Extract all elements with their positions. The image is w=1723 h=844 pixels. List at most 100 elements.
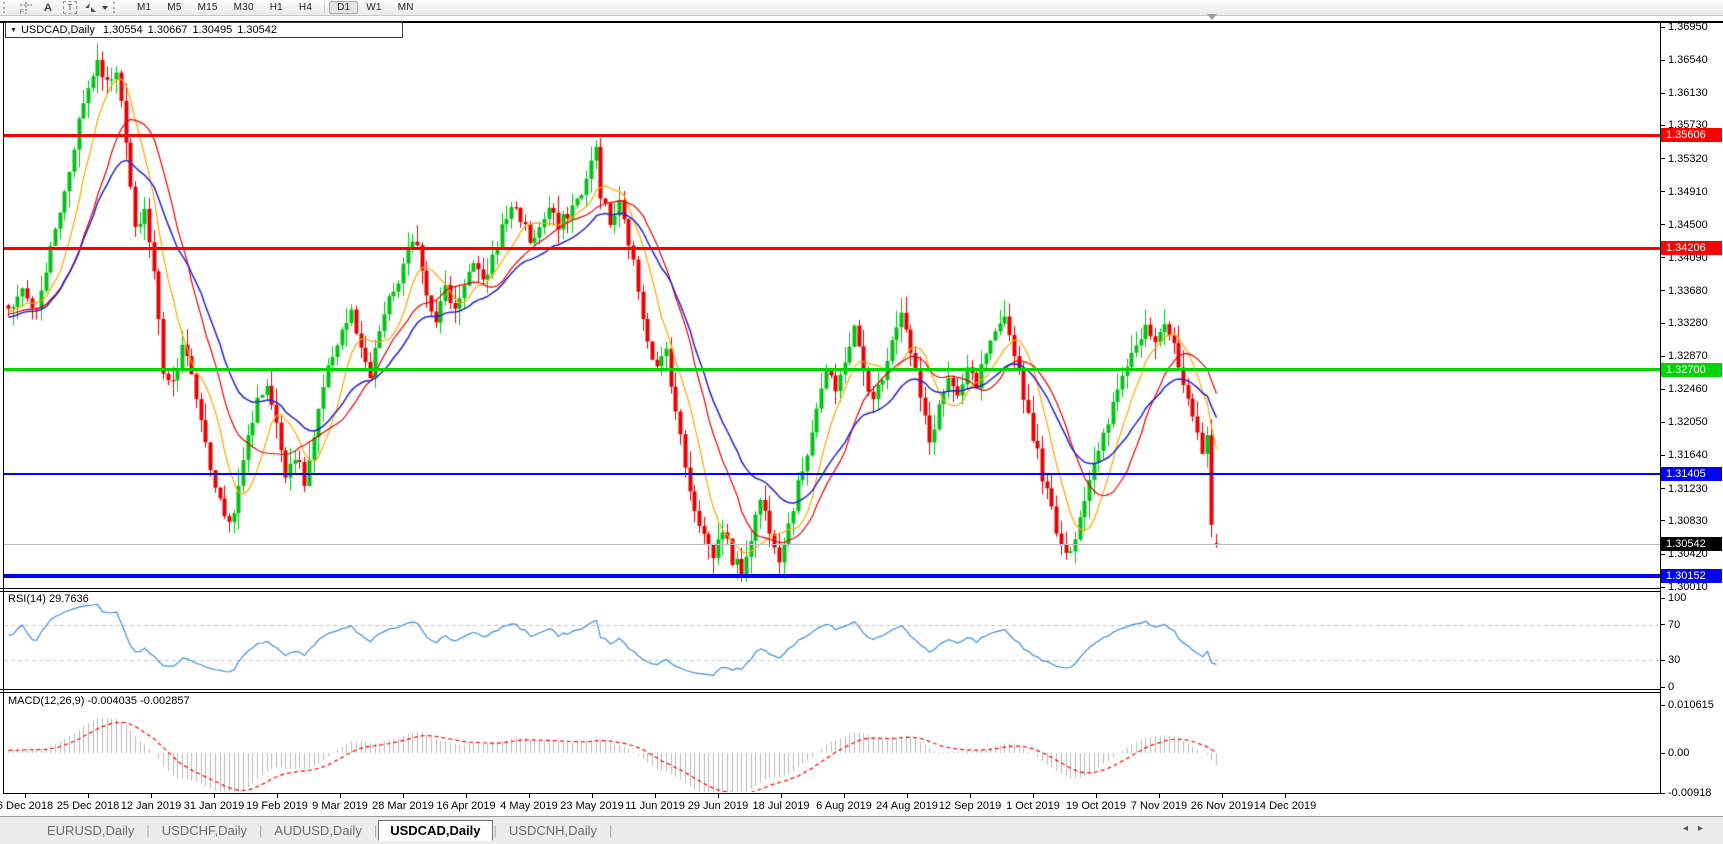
high-value: 1.30667 [148, 24, 188, 36]
tab-separator: | [494, 823, 497, 838]
timeframe-m5-button[interactable]: M5 [159, 1, 189, 14]
low-value: 1.30495 [192, 24, 232, 36]
date-axis-label: 18 Jul 2019 [753, 800, 810, 812]
price-level-line[interactable] [4, 473, 1660, 475]
crosshair-icon: F [19, 1, 33, 15]
date-axis-label: 14 Dec 2019 [1254, 800, 1316, 812]
date-axis-tick [277, 794, 278, 798]
price-level-line[interactable] [4, 368, 1660, 371]
price-chart-canvas[interactable] [0, 0, 1723, 844]
date-axis-tick [970, 794, 971, 798]
date-axis-tick [151, 794, 152, 798]
rsi-axis-tick: 100 [1661, 592, 1686, 604]
price-axis-tick: 1.30830 [1661, 515, 1708, 527]
date-axis-label: 16 Apr 2019 [436, 800, 495, 812]
timeframe-h1-button[interactable]: H1 [262, 1, 291, 14]
crosshair-tool-button[interactable]: F [17, 1, 35, 15]
main-rsi-separator-b[interactable] [0, 591, 1660, 592]
symbol-label: USDCAD,Daily [21, 24, 95, 36]
date-axis-label: 19 Feb 2019 [246, 800, 308, 812]
toolbar-grip2[interactable] [113, 2, 120, 13]
macd-label: MACD(12,26,9) -0.004035 -0.002857 [8, 695, 190, 707]
text-tool-button[interactable]: T [61, 1, 79, 15]
date-axis-tick [907, 794, 908, 798]
tab-scroll-right-icon[interactable]: ▸ [1698, 823, 1713, 834]
date-axis-tick [214, 794, 215, 798]
price-axis-tick: 1.31230 [1661, 483, 1708, 495]
date-axis-label: 28 Mar 2019 [372, 800, 434, 812]
svg-text:F: F [20, 10, 24, 15]
macd-axis-tick: -0.00918 [1661, 787, 1711, 799]
main-rsi-separator-a[interactable] [0, 588, 1660, 589]
date-axis-tick [340, 794, 341, 798]
price-axis-tick: 1.36950 [1661, 21, 1708, 33]
date-axis-label: 4 May 2019 [500, 800, 557, 812]
rsi-axis-tick: 70 [1661, 619, 1680, 631]
label-a-icon: A [44, 2, 52, 14]
price-level-line[interactable] [4, 134, 1660, 137]
date-axis-label: 26 Nov 2019 [1191, 800, 1253, 812]
date-axis-label: 7 Nov 2019 [1131, 800, 1187, 812]
price-level-badge: 1.31405 [1661, 467, 1722, 481]
rsi-macd-separator-b[interactable] [0, 692, 1660, 693]
collapse-caret-icon[interactable]: ▼ [10, 27, 17, 34]
date-axis-label: 29 Jun 2019 [688, 800, 749, 812]
timeframe-m15-button[interactable]: M15 [190, 1, 226, 14]
chart-tab-usdchf[interactable]: USDCHF,Daily [151, 820, 258, 841]
timeframe-d1-button[interactable]: D1 [329, 1, 358, 14]
date-axis-tick [1096, 794, 1097, 798]
open-value: 1.30554 [103, 24, 143, 36]
chart-tab-usdcnh[interactable]: USDCNH,Daily [498, 820, 608, 841]
timeframe-w1-button[interactable]: W1 [358, 1, 389, 14]
date-axis-tick [466, 794, 467, 798]
price-axis-tick: 1.32050 [1661, 416, 1708, 428]
timeframe-mn-button[interactable]: MN [390, 1, 422, 14]
date-axis-label: 6 Dec 2018 [0, 800, 53, 812]
price-axis-tick: 1.36540 [1661, 54, 1708, 66]
current-price-badge: 1.30542 [1661, 537, 1722, 551]
tab-scroll-left-icon[interactable]: ◂ [1683, 823, 1698, 834]
label-tool-button[interactable]: A [39, 1, 57, 15]
date-axis-tick [88, 794, 89, 798]
chart-tab-audusd[interactable]: AUDUSD,Daily [263, 820, 372, 841]
tab-separator: | [374, 823, 377, 838]
date-axis-tick [25, 794, 26, 798]
chart-tab-eurusd[interactable]: EURUSD,Daily [36, 820, 145, 841]
timeframe-h4-button[interactable]: H4 [291, 1, 320, 14]
date-axis-tick [1033, 794, 1034, 798]
price-level-line[interactable] [4, 574, 1660, 578]
rsi-axis-tick: 0 [1661, 681, 1674, 693]
date-axis-line[interactable] [3, 793, 1661, 794]
price-level-badge: 1.34206 [1661, 241, 1722, 255]
arrows-tool-button[interactable] [83, 1, 108, 15]
toolbar-separator [324, 2, 325, 13]
rsi-macd-separator-a[interactable] [0, 689, 1660, 690]
date-axis-tick [592, 794, 593, 798]
chart-shift-marker-icon[interactable] [1207, 14, 1217, 20]
price-axis-tick: 1.34500 [1661, 219, 1708, 231]
tab-separator: | [259, 823, 262, 838]
price-axis-tick: 1.31640 [1661, 449, 1708, 461]
chart-tab-bar: EURUSD,Daily|USDCHF,Daily|AUDUSD,Daily|U… [0, 816, 1723, 844]
arrows-icon [83, 1, 98, 14]
chart-left-border [3, 21, 4, 794]
toolbar-grip[interactable] [3, 2, 10, 13]
date-axis-tick [655, 794, 656, 798]
top-toolbar: F A T M1M5M15M30H1H4 D1W1MN [0, 0, 1723, 16]
date-axis-tick [529, 794, 530, 798]
chart-tab-usdcad[interactable]: USDCAD,Daily [378, 820, 492, 841]
price-level-line[interactable] [4, 247, 1660, 250]
date-axis-label: 9 Mar 2019 [312, 800, 368, 812]
date-axis-tick [781, 794, 782, 798]
arrows-dropdown-caret-icon[interactable] [102, 6, 108, 10]
timeframe-m1-button[interactable]: M1 [129, 1, 159, 14]
timeframe-buttons: M1M5M15M30H1H4 D1W1MN [129, 1, 422, 14]
date-axis-label: 6 Aug 2019 [816, 800, 872, 812]
timeframe-m30-button[interactable]: M30 [226, 1, 262, 14]
date-axis-label: 11 Jun 2019 [625, 800, 685, 812]
chart-tabs: EURUSD,Daily|USDCHF,Daily|AUDUSD,Daily|U… [36, 820, 613, 841]
current-price-line [4, 544, 1660, 545]
date-axis-label: 12 Sep 2019 [939, 800, 1001, 812]
date-axis-label: 31 Jan 2019 [184, 800, 245, 812]
close-value: 1.30542 [237, 24, 277, 36]
